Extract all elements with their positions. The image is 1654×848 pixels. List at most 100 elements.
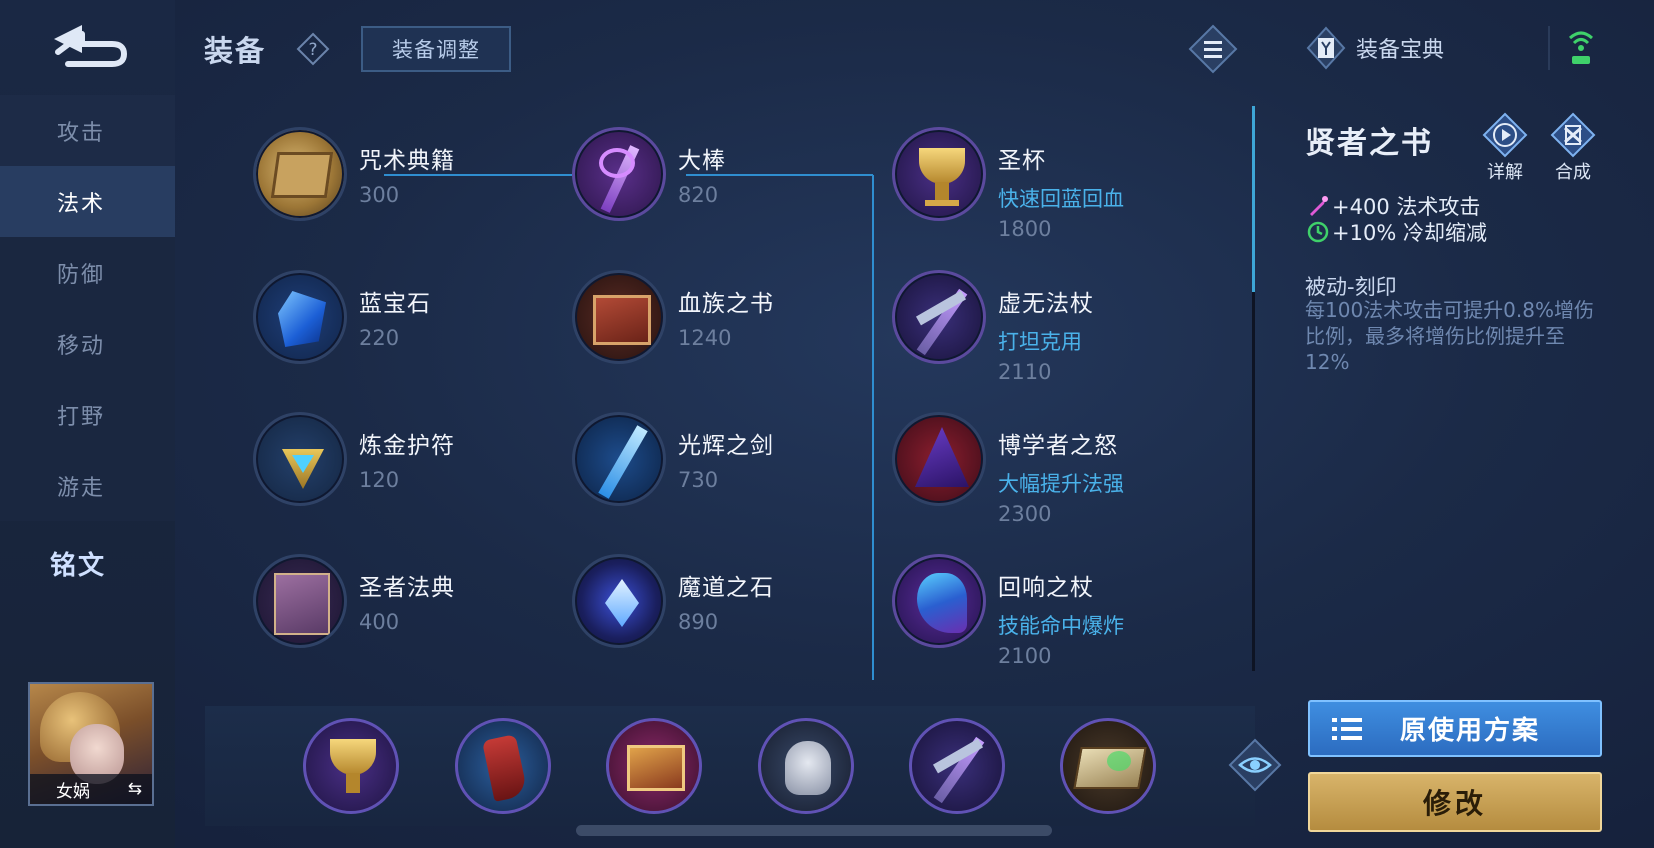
sidebar-item-rune[interactable]: 铭文 [0,523,175,603]
item-card[interactable]: 咒术典籍 300 [253,127,455,221]
sidebar: 攻击 法术 防御 移动 打野 游走 铭文 女娲 ⇆ [0,0,175,848]
item-card[interactable]: 回响之杖 技能命中爆炸 2100 [892,554,1124,668]
echo-staff-icon [892,554,986,648]
play-icon [1482,112,1528,158]
item-card[interactable]: 魔道之石 890 [572,554,774,648]
sidebar-item-jungle[interactable]: 打野 [0,379,175,450]
item-price: 300 [359,183,400,207]
void-staff-icon [892,270,986,364]
scheme-button-label: 原使用方案 [1400,716,1541,746]
detail-button[interactable]: 详解 [1480,112,1530,184]
item-description: 大幅提升法强 [998,472,1124,496]
original-scheme-button[interactable]: 原使用方案 [1308,700,1602,757]
build-slot-skull-mask[interactable] [758,718,854,814]
item-card[interactable]: 炼金护符 120 [253,412,455,506]
build-slot-holy-grail[interactable] [303,718,399,814]
blue-gem-icon [253,270,347,364]
item-card[interactable]: 圣者法典 400 [253,554,455,648]
item-card[interactable]: 蓝宝石 220 [253,270,431,364]
eye-icon[interactable] [1228,738,1282,792]
equipment-codex-link[interactable]: 装备宝典 [1306,26,1444,70]
sidebar-item-attack[interactable]: 攻击 [0,95,175,166]
item-price: 400 [359,610,400,634]
item-card[interactable]: 虚无法杖 打坦克用 2110 [892,270,1094,384]
scrollbar-thumb[interactable] [1252,106,1255,292]
compose-label: 合成 [1555,162,1591,183]
staff-icon [572,127,666,221]
sidebar-item-movement[interactable]: 移动 [0,308,175,379]
sidebar-group: 防御 移动 打野 游走 [0,237,175,521]
item-price: 890 [678,610,719,634]
item-price: 2100 [998,644,1052,668]
item-name: 圣杯 [998,148,1046,174]
item-name: 光辉之剑 [678,433,774,459]
item-card[interactable]: 圣杯 快速回蓝回血 1800 [892,127,1124,241]
item-price: 220 [359,326,400,350]
item-name: 回响之杖 [998,575,1094,601]
page-title: 装备 [204,34,267,68]
compose-icon [1550,112,1596,158]
detail-label: 详解 [1487,162,1523,183]
category-nav: 攻击 法术 防御 移动 打野 游走 铭文 [0,95,175,603]
item-price: 730 [678,468,719,492]
sidebar-item-magic[interactable]: 法术 [0,166,175,237]
build-slot-void-staff[interactable] [909,718,1005,814]
item-name: 博学者之怒 [998,433,1118,459]
item-price: 2110 [998,360,1052,384]
blood-book-icon [572,270,666,364]
item-name: 蓝宝石 [359,291,431,317]
item-card[interactable]: 博学者之怒 大幅提升法强 2300 [892,412,1124,526]
hero-name: 女娲 [56,781,90,802]
item-name: 血族之书 [678,291,774,317]
back-icon[interactable] [48,22,132,68]
passive-description: 每100法术攻击可提升0.8%增伤比例，最多将增伤比例提升至12% [1305,298,1594,374]
build-slot-boots[interactable] [455,718,551,814]
item-description: 打坦克用 [998,330,1082,354]
hero-name-bar: 女娲 ⇆ [30,774,152,804]
selected-item-title: 贤者之书 [1305,126,1433,161]
wooden-book-icon [253,127,347,221]
menu-icon[interactable] [1188,24,1238,74]
edit-button[interactable]: 修改 [1308,772,1602,832]
stat-text: +10% 冷却缩减 [1332,221,1487,245]
purple-tome-icon [253,554,347,648]
help-icon[interactable]: ? [296,32,330,66]
amulet-icon [253,412,347,506]
build-slot-blood-book[interactable] [606,718,702,814]
item-price: 120 [359,468,400,492]
sidebar-item-defense[interactable]: 防御 [0,237,175,308]
magic-attack-icon [1310,196,1328,216]
item-price: 2300 [998,502,1052,526]
stat-line: +10% 冷却缩减 [1306,217,1487,247]
codex-icon [1306,26,1346,70]
item-name: 虚无法杖 [998,291,1094,317]
item-price: 820 [678,183,719,207]
magic-stone-icon [572,554,666,648]
item-name: 圣者法典 [359,575,455,601]
swap-icon[interactable]: ⇆ [128,779,142,799]
radiant-sword-icon [572,412,666,506]
item-card[interactable]: 血族之书 1240 [572,270,774,364]
compose-button[interactable]: 合成 [1548,112,1598,184]
holy-grail-icon [892,127,986,221]
wizard-hat-icon [892,412,986,506]
item-price: 1240 [678,326,732,350]
item-card[interactable]: 光辉之剑 730 [572,412,774,506]
header-divider [1548,26,1550,70]
home-indicator[interactable] [576,825,1052,836]
item-name: 大棒 [678,148,726,174]
svg-text:?: ? [308,40,317,60]
sidebar-item-roam[interactable]: 游走 [0,450,175,521]
item-price: 1800 [998,217,1052,241]
item-description: 技能命中爆炸 [998,614,1124,638]
build-slot-sage-book[interactable] [1060,718,1156,814]
equipment-adjust-button[interactable]: 装备调整 [361,26,511,72]
item-description: 快速回蓝回血 [998,187,1124,211]
hero-portrait[interactable]: 女娲 ⇆ [28,682,154,806]
item-name: 咒术典籍 [359,148,455,174]
codex-label: 装备宝典 [1356,38,1445,63]
item-card[interactable]: 大棒 820 [572,127,726,221]
item-name: 魔道之石 [678,575,774,601]
wifi-signal-icon [1568,31,1594,64]
list-icon [1332,717,1362,740]
